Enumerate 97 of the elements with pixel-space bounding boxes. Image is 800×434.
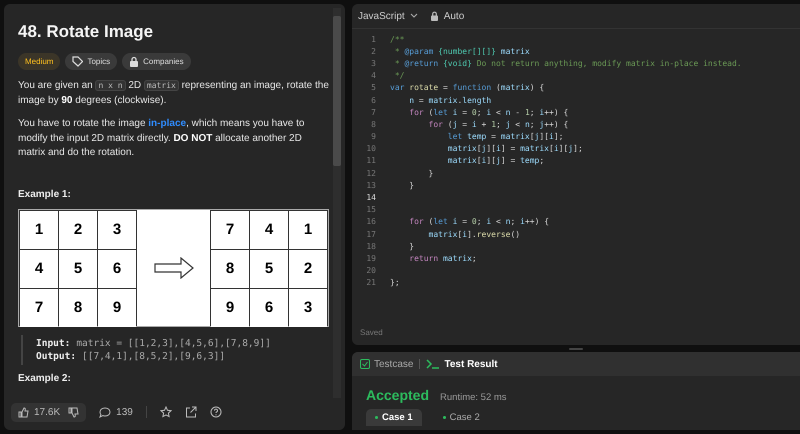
share-icon[interactable] [184, 406, 197, 418]
line-number: 8 [370, 120, 376, 129]
matrix-cell: 2 [289, 250, 327, 288]
terminal-icon [426, 359, 440, 369]
matrix-cell: 6 [250, 288, 288, 326]
line-number: 21 [365, 278, 376, 288]
language-dropdown[interactable]: JavaScript [358, 10, 418, 22]
example-label: Output: [36, 350, 76, 362]
line-number: 6 [370, 96, 376, 105]
example-heading: Example 1: [18, 188, 72, 200]
matrix-cell: 6 [98, 250, 136, 288]
line-number: 11 [365, 156, 376, 166]
code-line: for (j = i + 1; j < n; j++) { [428, 120, 568, 129]
companies-button[interactable]: Companies [122, 53, 191, 70]
like-button[interactable]: 17.6K [18, 406, 60, 418]
description-text: You have to rotate the image in-place, which means you have to modify the input 2D matrix directly. DO NOT allocate another 2D matrix and do the rotation. [18, 117, 306, 160]
code-line: matrix[j][i] = matrix[i][j]; [446, 144, 583, 154]
line-number: 19 [365, 254, 376, 263]
line-number: 9 [370, 132, 376, 142]
line-number: 18 [365, 242, 376, 251]
line-number: 15 [365, 205, 376, 214]
line-number: 13 [365, 180, 376, 190]
line-number: 17 [365, 230, 376, 239]
scroll-thumb[interactable] [333, 16, 341, 166]
line-number: 7 [370, 108, 376, 117]
auto-mode-button[interactable]: Auto [430, 10, 464, 22]
code-line: } [408, 180, 414, 190]
code-line: n = matrix.length [408, 96, 492, 105]
code-line: var rotate = function (matrix) { [390, 83, 544, 92]
matrix-cell: 4 [20, 250, 58, 288]
speech-bubble-icon [99, 406, 112, 418]
thumbs-up-icon [18, 406, 29, 418]
code-line: matrix[i][j] = temp; [446, 156, 544, 166]
comments-button[interactable]: 139 [99, 406, 133, 418]
case-tab[interactable]: Case 1 [366, 409, 422, 426]
code-line: }; [390, 278, 400, 288]
chevron-down-icon [410, 13, 418, 19]
line-number: 12 [365, 168, 376, 178]
example-heading: Example 2: [18, 372, 72, 384]
line-number: 1 [370, 34, 376, 44]
tag-icon [72, 56, 84, 67]
matrix-cell: 7 [211, 210, 249, 248]
line-number: 2 [370, 46, 376, 56]
description-text: You are given an n x n 2D matrix representing an image, rotate the image by 90 degrees (clockwise). [18, 79, 329, 108]
matrix-cell: 9 [211, 288, 249, 326]
case-tab[interactable]: Case 2 [434, 409, 489, 426]
line-number: 4 [370, 71, 376, 80]
verdict-status: Accepted [366, 387, 430, 403]
line-number: 5 [370, 83, 376, 92]
save-status: Saved [359, 328, 384, 339]
matrix-cell: 8 [59, 288, 97, 326]
code-line: let temp = matrix[j][i]; [446, 132, 564, 142]
line-number: 10 [365, 144, 376, 154]
checkbox-icon [360, 359, 370, 369]
help-icon[interactable] [210, 406, 222, 418]
code-line: */ [394, 71, 404, 80]
resize-handle[interactable] [569, 348, 583, 350]
code-line: } [428, 168, 434, 178]
example-label: Input: [36, 336, 70, 350]
arrow-icon [154, 256, 194, 278]
matrix-cell: 1 [289, 210, 327, 248]
code-line: for (let i = 0; i < n; i++) { [408, 217, 550, 226]
line-number: 3 [370, 58, 376, 68]
line-number: 16 [365, 217, 376, 226]
testcase-tab[interactable]: Testcase [360, 358, 414, 370]
code-line: matrix[i].reverse() [428, 230, 520, 239]
code-line: * @return {void} Do not return anything, modify matrix in-place instead. [394, 58, 742, 68]
code-line: return matrix; [408, 254, 477, 263]
topics-button[interactable]: Topics [65, 53, 118, 70]
matrix-cell: 9 [98, 288, 136, 326]
lock-icon [129, 56, 140, 67]
matrix-cell: 5 [59, 250, 97, 288]
example-value: [[7,4,1],[8,5,2],[9,6,3]] [82, 350, 226, 362]
test-result-tab[interactable]: Test Result [426, 358, 498, 370]
matrix-cell: 8 [211, 250, 249, 288]
code-line: /** [390, 34, 404, 44]
runtime-text: Runtime: 52 ms [440, 392, 507, 403]
scroll-bar[interactable] [333, 8, 341, 398]
code-line: * @param {number[][]} matrix [394, 46, 530, 56]
matrix-cell: 7 [20, 288, 58, 326]
matrix-cell: 4 [250, 210, 288, 248]
matrix-cell: 1 [20, 210, 58, 248]
code-line: for (let i = 0; i < n - 1; i++) { [408, 108, 568, 117]
line-number: 20 [365, 266, 376, 276]
problem-title: 48. Rotate Image [18, 22, 154, 42]
matrix-cell: 3 [98, 210, 136, 248]
matrix-cell: 3 [289, 288, 327, 326]
matrix-cell: 5 [250, 250, 288, 288]
line-number: 14 [365, 193, 376, 202]
lock-icon [430, 11, 439, 21]
matrix-cell: 2 [59, 210, 97, 248]
thumbs-down-icon[interactable] [68, 406, 80, 418]
code-line: } [408, 242, 414, 251]
example-value: matrix = [[1,2,3],[4,5,6],[7,8,9]] [76, 336, 271, 350]
difficulty-label: Medium [18, 53, 60, 70]
in-place-link[interactable]: in-place [148, 118, 186, 129]
star-icon[interactable] [160, 406, 172, 418]
